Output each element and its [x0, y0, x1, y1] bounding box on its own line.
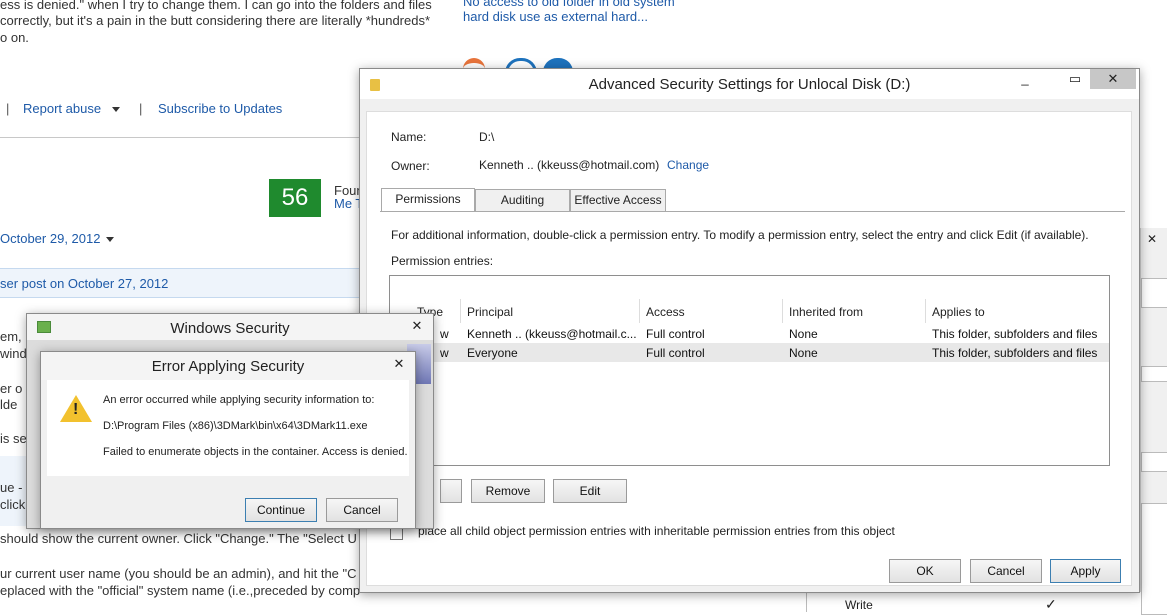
scroll-box	[1141, 366, 1167, 382]
close-button[interactable]: ✕	[403, 316, 431, 336]
cell-type: w	[440, 327, 449, 341]
background-window-edge: ✕	[1140, 228, 1167, 615]
permission-entries-label: Permission entries:	[391, 254, 494, 268]
scroll-box	[1141, 503, 1167, 615]
cell-inherited: None	[789, 346, 818, 360]
forum-text-line: ess is denied." when I try to change the…	[0, 0, 432, 12]
info-text: For additional information, double-click…	[391, 228, 1089, 242]
table-row[interactable]: w Kenneth .. (kkeuss@hotmail.c... Full c…	[390, 324, 1109, 343]
name-value: D:\	[479, 130, 495, 144]
cancel-button[interactable]: Cancel	[326, 498, 398, 522]
report-abuse-link[interactable]: Report abuse	[23, 101, 101, 116]
col-header-principal[interactable]: Principal	[467, 305, 513, 319]
separator: |	[6, 101, 10, 116]
col-separator	[782, 299, 783, 323]
owner-label: Owner:	[391, 159, 430, 173]
table-row[interactable]: w Everyone Full control None This folder…	[390, 343, 1109, 362]
col-header-inherited[interactable]: Inherited from	[789, 305, 863, 319]
permission-entries-table: Type Principal Access Inherited from App…	[389, 275, 1110, 466]
col-header-applies[interactable]: Applies to	[932, 305, 985, 319]
dialog-title: Error Applying Security	[151, 358, 305, 375]
tab-effective-access[interactable]: Effective Access	[570, 189, 666, 211]
post-text-fragment: wind	[0, 346, 27, 361]
add-button[interactable]	[440, 479, 462, 503]
cell-type: w	[440, 346, 449, 360]
edit-button[interactable]: Edit	[553, 479, 627, 503]
window-title: Windows Security	[170, 320, 290, 337]
cell-applies: This folder, subfolders and files	[932, 327, 1098, 341]
related-thread-link[interactable]: hard disk use as external hard...	[463, 9, 648, 24]
close-button[interactable]: ✕	[385, 354, 413, 374]
close-icon[interactable]: ✕	[1147, 232, 1157, 246]
related-thread-link[interactable]: No access to old folder in old system	[463, 0, 675, 9]
cell-principal: Everyone	[467, 346, 518, 360]
post-text-fragment: is se	[0, 431, 27, 446]
cancel-button[interactable]: Cancel	[970, 559, 1042, 583]
forum-text-line: correctly, but it's a pain in the butt c…	[0, 13, 431, 28]
error-line-1: An error occurred while applying securit…	[103, 394, 375, 406]
title-bar: Error Applying Security ✕	[41, 352, 415, 380]
advanced-security-window: Advanced Security Settings for Unlocal D…	[359, 68, 1140, 593]
minimize-button[interactable]: _	[1010, 69, 1040, 89]
post-text-line: ur current user name (you should be an a…	[0, 566, 357, 581]
post-text-line: should show the current owner. Click "Ch…	[0, 531, 357, 546]
col-header-access[interactable]: Access	[646, 305, 685, 319]
checkmark-icon: ✓	[1045, 596, 1057, 612]
separator: |	[139, 101, 143, 116]
apply-button[interactable]: Apply	[1050, 559, 1121, 583]
cell-access: Full control	[646, 346, 705, 360]
maximize-button[interactable]: ▭	[1060, 69, 1090, 89]
ok-button[interactable]: OK	[889, 559, 961, 583]
chevron-down-icon[interactable]	[112, 107, 120, 112]
post-text-fragment: lde	[0, 397, 18, 412]
cell-applies: This folder, subfolders and files	[932, 346, 1098, 360]
subscribe-link[interactable]: Subscribe to Updates	[158, 101, 282, 116]
error-dialog: Error Applying Security ✕ ! An error occ…	[40, 351, 416, 529]
divider	[0, 137, 362, 138]
close-button[interactable]: ✕	[1090, 69, 1136, 89]
continue-button[interactable]: Continue	[245, 498, 317, 522]
post-text-fragment: er o	[0, 381, 23, 396]
tab-permissions[interactable]: Permissions	[381, 188, 475, 212]
vote-count-badge[interactable]: 56	[269, 179, 321, 217]
title-bar: Advanced Security Settings for Unlocal D…	[360, 69, 1139, 99]
permission-list-fragment: Write ✓	[806, 592, 1141, 612]
col-separator	[925, 299, 926, 323]
change-owner-link[interactable]: Change	[667, 158, 709, 172]
cell-access: Full control	[646, 327, 705, 341]
scroll-box	[1141, 278, 1167, 308]
error-path: D:\Program Files (x86)\3DMark\bin\x64\3D…	[103, 420, 368, 432]
post-text-line: eplaced with the "official" system name …	[0, 583, 361, 598]
remove-button[interactable]: Remove	[471, 479, 545, 503]
post-text-fragment: ue -	[0, 480, 23, 495]
post-text-fragment: em,	[0, 329, 22, 344]
error-line-3: Failed to enumerate objects in the conta…	[103, 446, 408, 458]
col-separator	[460, 299, 461, 323]
title-bar: Windows Security ✕	[27, 314, 433, 340]
tab-panel-border	[380, 211, 1125, 212]
name-label: Name:	[391, 130, 427, 144]
col-separator	[639, 299, 640, 323]
post-date: October 29, 2012	[0, 231, 101, 246]
chevron-down-icon[interactable]	[106, 237, 114, 242]
cell-principal: Kenneth .. (kkeuss@hotmail.c...	[467, 327, 637, 341]
tab-auditing[interactable]: Auditing	[475, 189, 570, 211]
warning-icon: !	[60, 395, 92, 422]
forum-text-line: o on.	[0, 30, 29, 45]
owner-value: Kenneth .. (kkeuss@hotmail.com)	[479, 158, 660, 172]
perm-label-write: Write	[845, 598, 873, 612]
in-reply-to-link[interactable]: ser post on October 27, 2012	[0, 276, 168, 291]
cell-inherited: None	[789, 327, 818, 341]
replace-child-label[interactable]: place all child object permission entrie…	[418, 524, 895, 538]
in-reply-to-bar: ser post on October 27, 2012	[0, 268, 362, 298]
scroll-box	[1141, 452, 1167, 472]
